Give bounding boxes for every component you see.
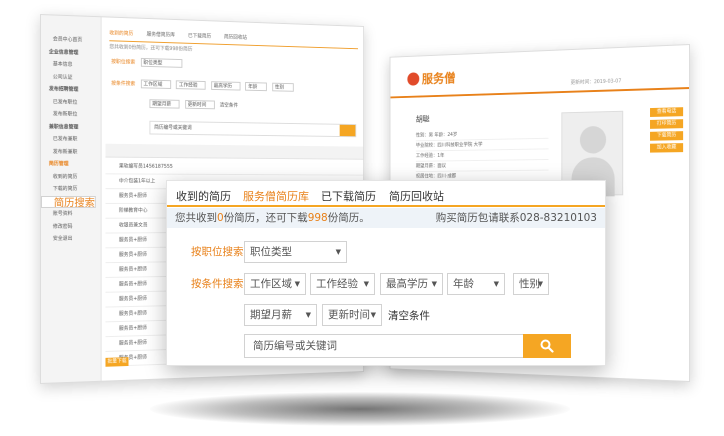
resume-action-button[interactable]: 打印简历 <box>650 119 684 129</box>
job-type-select[interactable]: 职位类型 ▼ <box>244 241 347 263</box>
back-tab[interactable]: 简历回收站 <box>224 33 247 41</box>
quota-notice: 您共收到0份简历，还可下载998份简历。 购买简历包请联系028-8321010… <box>167 208 605 228</box>
education-select[interactable]: 最高学历 ▼ <box>380 273 443 295</box>
back-filter[interactable]: 工作经验 <box>176 80 206 90</box>
resume-tabs: 收到的简历 服务僧简历库 已下载简历 简历回收站 <box>167 181 605 207</box>
back-search-input[interactable]: 简历编号或关键词 <box>149 120 357 138</box>
age-select[interactable]: 年龄 ▼ <box>447 273 505 295</box>
back-cond-label: 按条件搜索 <box>111 80 136 88</box>
job-search-label: 按职位搜索 <box>191 246 244 258</box>
tab-resume-library[interactable]: 服务僧简历库 <box>243 188 309 204</box>
list-item[interactable]: 果软编写员1456187555 <box>105 159 364 176</box>
tab-recycle-bin[interactable]: 简历回收站 <box>389 188 444 204</box>
resume-action-button[interactable]: 查看电话 <box>650 107 684 117</box>
back-filter[interactable]: 最高学历 <box>210 81 241 91</box>
resume-action-button[interactable]: 加入收藏 <box>650 143 684 153</box>
sidebar-item[interactable]: 已发布职位 <box>41 96 101 110</box>
condition-search-label: 按条件搜索 <box>191 278 244 290</box>
chevron-down-icon: ▼ <box>370 311 376 319</box>
resume-action-button[interactable]: 下载简历 <box>650 131 684 141</box>
back-filter[interactable]: 工作区域 <box>140 79 171 89</box>
back-filter[interactable]: 性别 <box>272 82 294 92</box>
sidebar-item[interactable]: 发布新职位 <box>41 108 101 121</box>
resume-name: 胡聪 <box>415 114 430 124</box>
sidebar-item[interactable]: 发布招聘管理 <box>41 83 101 97</box>
chevron-down-icon: ▼ <box>493 280 499 288</box>
search-button[interactable] <box>523 334 571 358</box>
tab-received[interactable]: 收到的简历 <box>176 188 231 204</box>
back-clear[interactable]: 清空条件 <box>220 103 238 109</box>
resume-search-input[interactable]: 简历编号或关键词 <box>244 334 571 358</box>
logo-text: 服务僧 <box>421 71 456 88</box>
back-job-type[interactable]: 职位类型 <box>140 57 183 68</box>
sidebar-item[interactable]: 已发布兼职 <box>41 133 101 146</box>
clear-conditions-link[interactable]: 清空条件 <box>388 308 430 323</box>
sidebar-item[interactable]: 兼职信息管理 <box>41 121 101 134</box>
resume-search-panel: 收到的简历 服务僧简历库 已下载简历 简历回收站 您共收到0份简历，还可下载99… <box>166 180 606 366</box>
member-sidebar: 会员中心首页 企业信息管理 基本信息 公司认证 发布招聘管理 已发布职位 发布新职位 兼职信息… <box>40 15 102 383</box>
monk-logo-icon <box>407 72 420 86</box>
update-time-select[interactable]: 更新时间 ▼ <box>322 304 382 326</box>
back-filter[interactable]: 期望月薪 <box>149 99 180 109</box>
back-filter[interactable]: 更新时间 <box>184 99 215 110</box>
promo-stage: 会员中心首页 企业信息管理 基本信息 公司认证 发布招聘管理 已发布职位 发布新职位 兼职信息… <box>0 0 724 436</box>
sidebar-item[interactable]: 安全退出 <box>41 233 101 246</box>
chevron-down-icon: ▼ <box>305 311 311 319</box>
sidebar-item[interactable]: 账号资料 <box>41 208 101 221</box>
back-tab[interactable]: 收到的简历 <box>109 29 133 37</box>
sidebar-item[interactable]: 企业信息管理 <box>41 46 101 60</box>
tab-downloaded[interactable]: 已下载简历 <box>321 188 376 204</box>
search-placeholder: 简历编号或关键词 <box>253 340 337 352</box>
sidebar-item[interactable]: 简历搜索 <box>40 195 96 208</box>
back-search-placeholder: 简历编号或关键词 <box>154 124 192 132</box>
back-bulk-download-button[interactable]: 批量下载 <box>105 357 129 367</box>
sidebar-item[interactable]: 发布新兼职 <box>41 146 101 159</box>
resume-actions: 查看电话打印简历下载简历加入收藏 <box>650 107 684 155</box>
chevron-down-icon: ▼ <box>335 248 341 256</box>
chevron-down-icon: ▼ <box>537 280 543 288</box>
back-filter[interactable]: 年龄 <box>245 82 268 92</box>
back-search-button[interactable] <box>339 124 356 137</box>
back-cond-row2: 期望月薪 更新时间 清空条件 <box>149 99 238 110</box>
back-tab[interactable]: 已下载简历 <box>188 32 211 40</box>
contact-text: 购买简历包请联系028-83210103 <box>435 212 597 224</box>
search-icon <box>540 339 554 353</box>
sidebar-item[interactable]: 简历管理 <box>41 158 101 171</box>
back-cond-row: 按条件搜索 工作区域 工作经验 最高学历 年龄 性别 <box>111 79 294 92</box>
work-area-select[interactable]: 工作区域 ▼ <box>244 273 306 295</box>
salary-select[interactable]: 期望月薪 ▼ <box>244 304 317 326</box>
sidebar-item[interactable]: 修改密码 <box>41 220 101 233</box>
resume-header: 服务僧 更新时间：2019-03-07 <box>390 45 690 99</box>
chevron-down-icon: ▼ <box>363 280 369 288</box>
sidebar-item[interactable]: 下载的简历 <box>41 183 101 196</box>
sidebar-item[interactable]: 收到的简历 <box>41 171 101 184</box>
back-job-label: 按职位搜索 <box>111 59 136 66</box>
quota-text: 您共收到0份简历，还可下载998份简历。 <box>175 212 370 224</box>
chevron-down-icon: ▼ <box>431 280 437 288</box>
work-experience-select[interactable]: 工作经验 ▼ <box>310 273 375 295</box>
back-tab[interactable]: 服务僧简历库 <box>147 31 175 39</box>
back-note: 您共收到0份简历，还可下载998份简历 <box>109 44 193 53</box>
ground-shadow <box>150 392 570 426</box>
chevron-down-icon: ▼ <box>294 280 300 288</box>
gender-select[interactable]: 性别 ▼ <box>513 273 549 295</box>
brand-logo: 服务僧 <box>407 68 456 88</box>
back-job-row: 按职位搜索 职位类型 <box>111 57 183 68</box>
back-table-header <box>105 143 364 160</box>
resume-date: 更新时间：2019-03-07 <box>570 78 622 86</box>
